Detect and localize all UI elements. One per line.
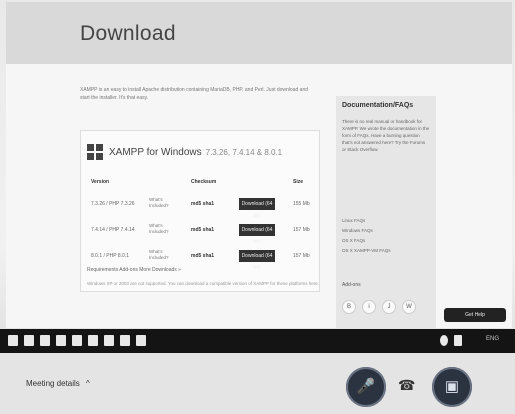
card-versions: 7.3.26, 7.4.14 & 8.0.1 bbox=[205, 147, 283, 157]
meeting-details-toggle[interactable]: Meeting details ^ bbox=[26, 379, 90, 388]
camera-toggle-button[interactable]: ▣ bbox=[432, 367, 472, 407]
camera-off-icon: ▣ bbox=[444, 378, 460, 395]
card-title-row: XAMPP for Windows 7.3.26, 7.4.14 & 8.0.1 bbox=[87, 139, 282, 165]
help-chat-button[interactable]: Get Help bbox=[444, 308, 506, 322]
network-icon[interactable] bbox=[440, 335, 448, 346]
sidebar-title: Documentation/FAQs bbox=[342, 102, 414, 109]
sidebar-faq-links: Linux FAQs Windows FAQs OS X FAQs OS X X… bbox=[342, 216, 391, 256]
page-header: Download bbox=[6, 2, 512, 64]
table-header: Version Checksum Size bbox=[87, 179, 311, 189]
social-wordpress-icon[interactable]: W bbox=[402, 300, 416, 314]
row-version: 8.0.1 / PHP 8.0.1 bbox=[91, 253, 129, 259]
social-joomla-icon[interactable]: J bbox=[382, 300, 396, 314]
social-icons: B i J W bbox=[342, 300, 416, 314]
mail-icon[interactable] bbox=[88, 335, 98, 346]
row-notes-link[interactable]: What's Included? bbox=[149, 249, 177, 261]
download-button[interactable]: Download (64 bit) bbox=[239, 224, 275, 245]
sidebar-subheading: Add-ons bbox=[342, 282, 361, 288]
windows-logo-icon bbox=[87, 144, 103, 160]
row-size: 157 Mb bbox=[293, 253, 310, 259]
column-size: Size bbox=[293, 179, 304, 185]
row-checksum-links[interactable]: md5 sha1 bbox=[191, 253, 214, 259]
sidebar-link[interactable]: OS X XAMPP-VM FAQs bbox=[342, 246, 391, 256]
search-icon[interactable] bbox=[24, 335, 34, 346]
explorer-icon[interactable] bbox=[56, 335, 66, 346]
table-row: 7.3.26 / PHP 7.3.26 What's Included? md5… bbox=[87, 193, 311, 219]
row-version: 7.3.26 / PHP 7.3.26 bbox=[91, 201, 135, 207]
taskview-icon[interactable] bbox=[40, 335, 50, 346]
chevron-up-icon: ^ bbox=[86, 379, 90, 388]
social-blog-icon[interactable]: B bbox=[342, 300, 356, 314]
card-footer-links[interactable]: Requirements Add-ons More Downloads » bbox=[87, 267, 181, 273]
meeting-controls-bar: Meeting details ^ 🎤 ☎ ▣ bbox=[0, 353, 515, 414]
card-footer-note: Windows XP or 2003 are not supported. Yo… bbox=[87, 281, 319, 286]
windows-taskbar: ENG bbox=[0, 329, 515, 353]
main-content: XAMPP is an easy to install Apache distr… bbox=[80, 86, 320, 324]
meeting-details-label: Meeting details bbox=[26, 379, 80, 388]
row-size: 157 Mb bbox=[293, 227, 310, 233]
store-icon[interactable] bbox=[104, 335, 114, 346]
sidebar-text: There is no real manual or handbook for … bbox=[342, 119, 430, 152]
sidebar-link[interactable]: OS X FAQs bbox=[342, 236, 391, 246]
row-notes-link[interactable]: What's Included? bbox=[149, 197, 177, 209]
sidebar-link[interactable]: Linux FAQs bbox=[342, 216, 391, 226]
row-size: 155 Mb bbox=[293, 201, 310, 207]
row-checksum-links[interactable]: md5 sha1 bbox=[191, 201, 214, 207]
row-checksum-links[interactable]: md5 sha1 bbox=[191, 227, 214, 233]
sidebar: Documentation/FAQs There is no real manu… bbox=[336, 96, 436, 328]
table-row: 8.0.1 / PHP 8.0.1 What's Included? md5 s… bbox=[87, 245, 311, 271]
windows-download-card: XAMPP for Windows 7.3.26, 7.4.14 & 8.0.1… bbox=[80, 130, 320, 292]
app-icon[interactable] bbox=[136, 335, 146, 346]
social-info-icon[interactable]: i bbox=[362, 300, 376, 314]
page-title: Download bbox=[80, 22, 176, 45]
column-version: Version bbox=[91, 179, 110, 185]
row-notes-link[interactable]: What's Included? bbox=[149, 223, 177, 235]
card-title[interactable]: XAMPP for Windows bbox=[109, 147, 202, 158]
volume-icon[interactable] bbox=[454, 335, 462, 346]
browser-screen: Download XAMPP is an easy to install Apa… bbox=[6, 2, 512, 328]
sidebar-link[interactable]: Windows FAQs bbox=[342, 226, 391, 236]
column-checksum: Checksum bbox=[191, 179, 217, 185]
mic-toggle-button[interactable]: 🎤 bbox=[346, 367, 386, 407]
row-version: 7.4.14 / PHP 7.4.14 bbox=[91, 227, 135, 233]
download-button[interactable]: Download (64 bit) bbox=[239, 250, 275, 271]
language-indicator[interactable]: ENG bbox=[486, 336, 499, 342]
app-icon[interactable] bbox=[120, 335, 130, 346]
table-row: 7.4.14 / PHP 7.4.14 What's Included? md5… bbox=[87, 219, 311, 245]
intro-text: XAMPP is an easy to install Apache distr… bbox=[80, 87, 309, 101]
browser-icon[interactable] bbox=[72, 335, 82, 346]
download-button[interactable]: Download (64 bit) bbox=[239, 198, 275, 219]
end-call-icon[interactable]: ☎ bbox=[398, 377, 415, 394]
start-icon[interactable] bbox=[8, 335, 18, 346]
mic-off-icon: 🎤 bbox=[356, 378, 376, 395]
